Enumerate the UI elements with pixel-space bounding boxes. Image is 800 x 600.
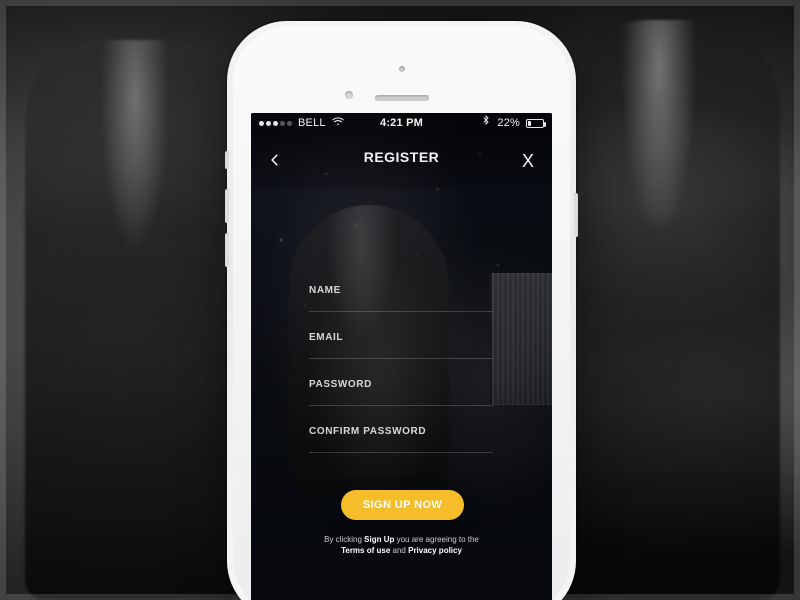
- email-underline: [309, 358, 493, 359]
- terms-link[interactable]: Terms of use: [341, 546, 390, 555]
- volume-down-button: [225, 233, 229, 267]
- close-button[interactable]: X: [512, 145, 544, 177]
- name-input[interactable]: [309, 273, 493, 320]
- mute-switch: [225, 151, 229, 169]
- battery-percent: 22%: [497, 117, 520, 129]
- sign-up-button[interactable]: SIGN UP NOW: [341, 490, 464, 520]
- background-figure-left: [25, 40, 245, 600]
- phone-device: BELL 4:21 PM 22% REGISTER X NAME EMAIL P…: [225, 21, 578, 600]
- email-field[interactable]: EMAIL: [309, 320, 493, 367]
- password-underline: [309, 405, 493, 406]
- screen-hero-panel: [490, 271, 552, 405]
- legal-sign-up: Sign Up: [364, 535, 395, 544]
- legal-line-2: Terms of use and Privacy policy: [251, 545, 552, 556]
- register-header: REGISTER X: [251, 133, 552, 189]
- close-icon: X: [521, 150, 534, 171]
- volume-up-button: [225, 189, 229, 223]
- confirm-password-input[interactable]: [309, 414, 493, 461]
- front-camera: [398, 66, 405, 72]
- status-bar: BELL 4:21 PM 22%: [251, 113, 552, 133]
- legal-prefix: By clicking: [324, 535, 362, 544]
- email-input[interactable]: [309, 320, 493, 367]
- page-title: REGISTER: [363, 149, 440, 165]
- password-input[interactable]: [309, 367, 493, 414]
- name-field[interactable]: NAME: [309, 273, 493, 320]
- status-right: 22%: [481, 113, 546, 133]
- legal-suffix: you are agreeing to the: [396, 535, 479, 544]
- power-button: [574, 193, 578, 237]
- background-figure-right: [560, 20, 780, 600]
- register-form: NAME EMAIL PASSWORD CONFIRM PASSWORD: [309, 273, 493, 461]
- scene: BELL 4:21 PM 22% REGISTER X NAME EMAIL P…: [0, 0, 800, 600]
- battery-icon: [526, 118, 546, 128]
- privacy-link[interactable]: Privacy policy: [408, 546, 462, 555]
- legal-line-1: By clicking Sign Up you are agreeing to …: [251, 534, 552, 545]
- confirm-password-field[interactable]: CONFIRM PASSWORD: [309, 414, 493, 461]
- legal-text: By clicking Sign Up you are agreeing to …: [251, 534, 552, 556]
- earpiece-speaker: [374, 95, 429, 101]
- proximity-sensor: [345, 91, 353, 99]
- bluetooth-icon: [481, 113, 491, 133]
- phone-screen: BELL 4:21 PM 22% REGISTER X NAME EMAIL P…: [251, 113, 552, 600]
- legal-and: and: [392, 546, 406, 555]
- name-underline: [309, 311, 493, 312]
- battery-fill: [528, 120, 531, 126]
- password-field[interactable]: PASSWORD: [309, 367, 493, 414]
- confirm-password-underline: [309, 452, 493, 453]
